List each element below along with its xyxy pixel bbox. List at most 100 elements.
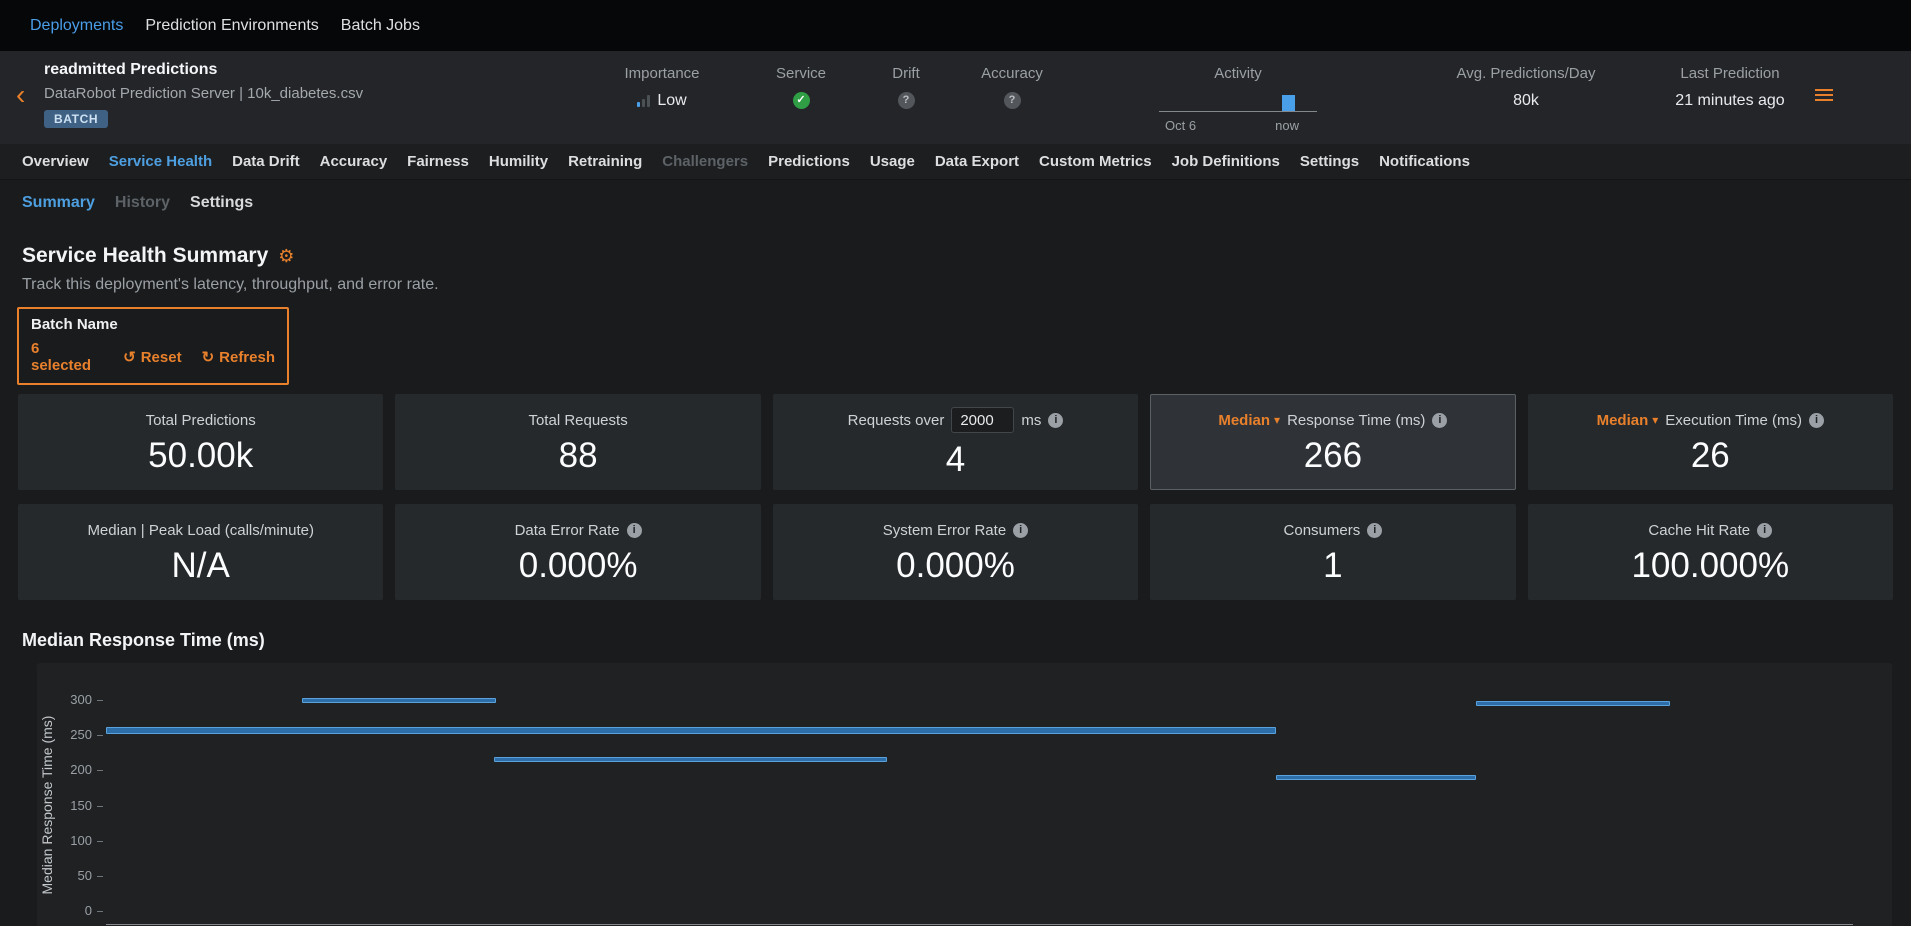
deployment-tabs: Overview Service Health Data Drift Accur… [0,144,1911,180]
section-head: Service Health Summary ⚙ [22,244,1911,268]
aggregation-value: Median [1597,412,1649,429]
y-tick-mark [97,700,103,701]
chart-segment [106,727,1276,734]
reset-icon: ↺ [123,348,136,366]
tab-data-export[interactable]: Data Export [925,153,1029,170]
hamburger-menu-icon[interactable] [1815,89,1833,101]
tab-usage[interactable]: Usage [860,153,925,170]
stat-accuracy-label: Accuracy [981,65,1043,82]
tab-settings[interactable]: Settings [1290,153,1369,170]
card-execution-time[interactable]: Median ▾ Execution Time (ms) i 26 [1528,394,1893,490]
info-icon[interactable]: i [1757,523,1772,538]
card-requests-over-label: Requests over [848,412,945,429]
top-nav-prediction-environments[interactable]: Prediction Environments [145,17,318,35]
drift-unknown-icon[interactable]: ? [898,92,915,109]
subtab-history[interactable]: History [115,194,170,212]
stat-accuracy: Accuracy ? [962,65,1062,109]
tab-fairness[interactable]: Fairness [397,153,479,170]
tab-overview[interactable]: Overview [12,153,99,170]
section-subtitle: Track this deployment's latency, through… [22,276,1911,294]
info-icon[interactable]: i [1048,413,1063,428]
aggregation-value: Median [1218,412,1270,429]
stat-avg-predictions-label: Avg. Predictions/Day [1457,65,1596,82]
activity-bar [1282,95,1295,111]
y-tick-mark [97,876,103,877]
activity-range-start: Oct 6 [1165,118,1196,133]
tab-job-definitions[interactable]: Job Definitions [1162,153,1290,170]
card-total-requests[interactable]: Total Requests 88 [395,394,760,490]
refresh-icon: ↻ [202,348,215,366]
chart-segment [1476,701,1670,706]
card-consumers[interactable]: Consumers i 1 [1150,504,1515,600]
card-peak-load-value: N/A [172,548,230,583]
card-cache-hit-rate[interactable]: Cache Hit Rate i 100.000% [1528,504,1893,600]
batch-filter-selected[interactable]: 6 selected [31,340,103,374]
response-time-aggregation-dropdown[interactable]: Median ▾ [1218,412,1280,429]
stat-drift: Drift ? [866,65,946,109]
tab-accuracy[interactable]: Accuracy [310,153,398,170]
chart-panel: Median Response Time (ms) 05010015020025… [37,663,1892,926]
tab-humility[interactable]: Humility [479,153,558,170]
tab-predictions[interactable]: Predictions [758,153,860,170]
card-data-error-rate[interactable]: Data Error Rate i 0.000% [395,504,760,600]
page: Deployments Prediction Environments Batc… [0,0,1911,926]
card-system-error-rate[interactable]: System Error Rate i 0.000% [773,504,1138,600]
info-icon[interactable]: i [1013,523,1028,538]
refresh-button[interactable]: ↻ Refresh [202,348,275,366]
service-passing-icon[interactable]: ✓ [793,92,810,109]
reset-button[interactable]: ↺ Reset [123,348,181,366]
card-requests-over[interactable]: Requests over ms i 4 [773,394,1138,490]
activity-sparkline [1159,88,1317,112]
chevron-down-icon: ▾ [1274,413,1280,427]
activity-range-end: now [1275,118,1299,133]
tab-custom-metrics[interactable]: Custom Metrics [1029,153,1162,170]
batch-filter-title: Batch Name [31,316,275,333]
refresh-label: Refresh [219,349,275,366]
tab-data-drift[interactable]: Data Drift [222,153,310,170]
card-total-predictions[interactable]: Total Predictions 50.00k [18,394,383,490]
info-icon[interactable]: i [627,523,642,538]
subtab-summary[interactable]: Summary [22,194,95,212]
y-tick-mark [97,806,103,807]
card-response-time[interactable]: Median ▾ Response Time (ms) i 266 [1150,394,1515,490]
card-cache-hit-rate-label: Cache Hit Rate [1648,522,1750,539]
stat-service-label: Service [776,65,826,82]
batch-badge: BATCH [44,110,108,128]
reset-label: Reset [141,349,182,366]
stat-activity: Activity Oct 6 now [1153,65,1323,133]
y-axis: 050100150200250300 [37,700,106,911]
card-total-requests-label: Total Requests [528,412,627,429]
top-nav-deployments[interactable]: Deployments [30,17,123,35]
stat-last-prediction-value: 21 minutes ago [1675,92,1784,110]
y-tick-label: 0 [52,903,92,918]
info-icon[interactable]: i [1367,523,1382,538]
accuracy-unknown-icon[interactable]: ? [1004,92,1021,109]
card-peak-load[interactable]: Median | Peak Load (calls/minute) N/A [18,504,383,600]
tab-service-health[interactable]: Service Health [99,153,222,170]
stat-service: Service ✓ [761,65,841,109]
back-chevron-icon[interactable]: ‹ [16,81,25,109]
batch-name-filter: Batch Name 6 selected ↺ Reset ↻ Refresh [17,307,289,385]
stat-last-prediction: Last Prediction 21 minutes ago [1610,65,1850,110]
y-tick-label: 150 [52,798,92,813]
card-requests-over-value: 4 [946,442,965,477]
subtab-settings[interactable]: Settings [190,194,253,212]
stat-importance-label: Importance [624,65,699,82]
card-data-error-rate-value: 0.000% [519,548,638,583]
y-tick-label: 250 [52,727,92,742]
threshold-input[interactable] [951,407,1014,433]
tab-notifications[interactable]: Notifications [1369,153,1480,170]
y-tick-label: 300 [52,692,92,707]
card-total-predictions-value: 50.00k [148,438,253,473]
top-nav-batch-jobs[interactable]: Batch Jobs [341,17,420,35]
info-icon[interactable]: i [1432,413,1447,428]
chart-plot-area [106,700,1853,911]
deployment-title-block: readmitted Predictions DataRobot Predict… [44,61,363,128]
card-data-error-rate-label: Data Error Rate [515,522,620,539]
deployment-header: ‹ readmitted Predictions DataRobot Predi… [0,51,1911,144]
execution-time-aggregation-dropdown[interactable]: Median ▾ [1597,412,1659,429]
info-icon[interactable]: i [1809,413,1824,428]
gear-icon[interactable]: ⚙ [278,247,294,265]
tab-retraining[interactable]: Retraining [558,153,652,170]
chart-segment [1276,775,1475,780]
